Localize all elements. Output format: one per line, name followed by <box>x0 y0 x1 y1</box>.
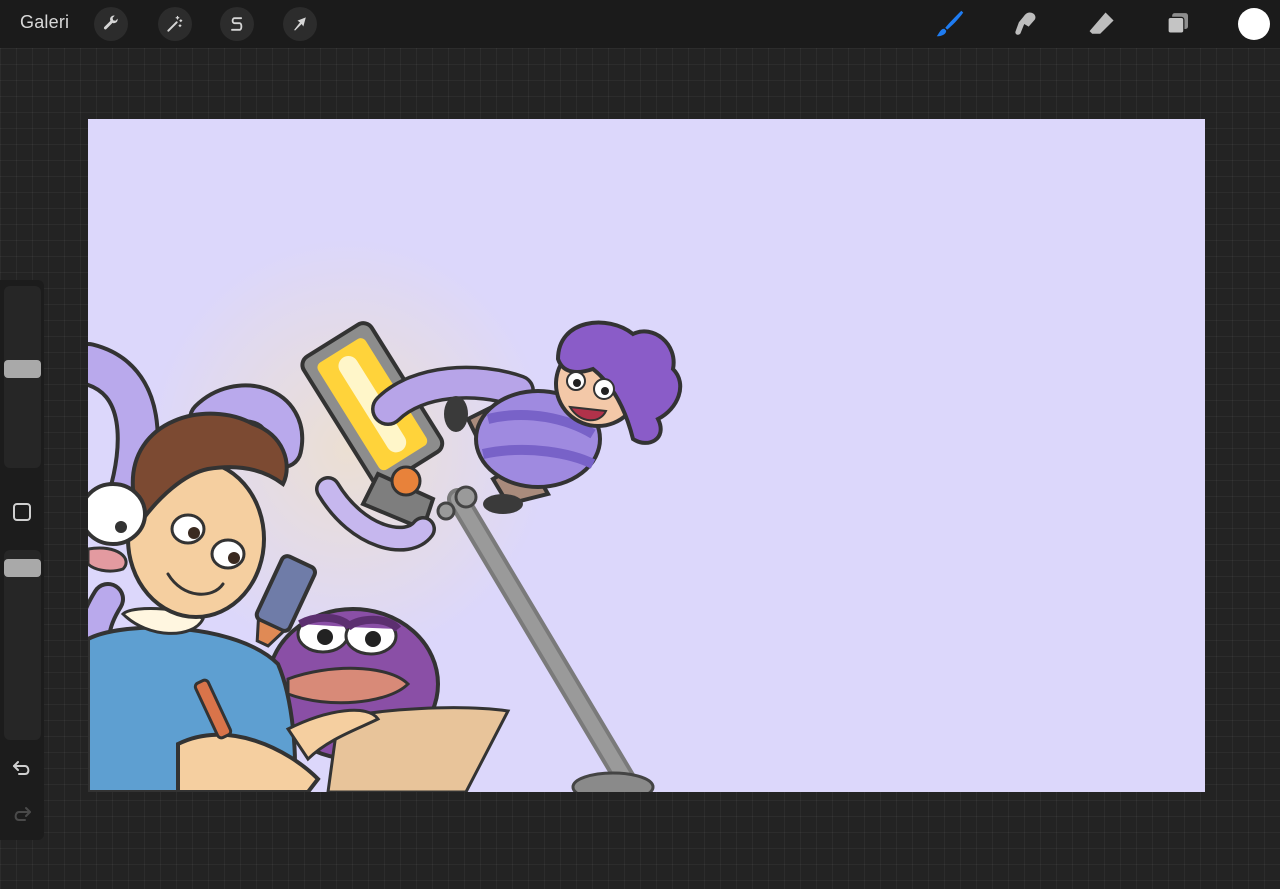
layers-button[interactable] <box>1160 6 1196 42</box>
undo-icon <box>13 761 30 775</box>
brush-size-slider-thumb[interactable] <box>4 359 41 378</box>
actions-button[interactable] <box>94 7 128 41</box>
brush-opacity-slider-thumb[interactable] <box>4 558 41 577</box>
brush-opacity-slider[interactable] <box>4 550 41 740</box>
color-picker-button[interactable] <box>1238 8 1270 40</box>
magic-wand-icon <box>167 15 183 32</box>
redo-icon <box>14 807 31 821</box>
brush-tool-button[interactable] <box>932 6 968 42</box>
selection-button[interactable] <box>220 7 254 41</box>
brush-icon <box>936 10 964 37</box>
undo-button[interactable] <box>10 756 34 780</box>
redo-button[interactable] <box>10 802 34 826</box>
eraser-tool-button[interactable] <box>1084 6 1120 42</box>
gallery-button[interactable]: Galeri <box>20 12 69 33</box>
modify-button[interactable] <box>13 503 31 521</box>
layers-icon <box>1167 13 1188 34</box>
eraser-icon <box>1089 12 1114 34</box>
transform-button[interactable] <box>283 7 317 41</box>
smudge-tool-button[interactable] <box>1008 6 1044 42</box>
adjustments-button[interactable] <box>158 7 192 41</box>
top-toolbar: Galeri <box>0 0 1280 48</box>
wrench-icon <box>103 15 118 30</box>
drawing-canvas[interactable] <box>88 119 1205 792</box>
illustration <box>88 239 683 792</box>
smudge-icon <box>1015 12 1036 35</box>
left-sidebar <box>0 280 44 840</box>
selection-s-icon <box>231 17 243 31</box>
arrow-cursor-icon <box>294 17 306 31</box>
